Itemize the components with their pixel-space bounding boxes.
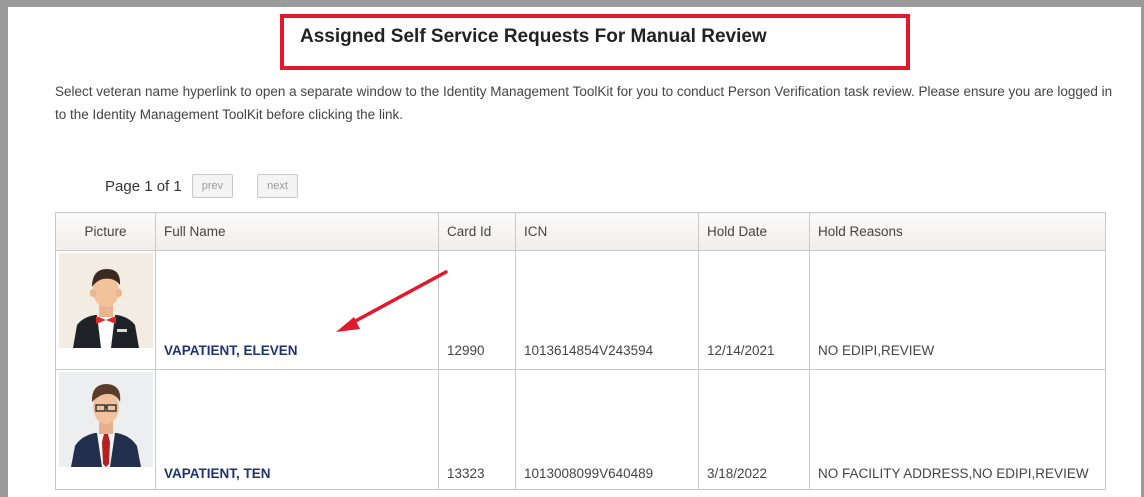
- column-header-icn[interactable]: ICN: [515, 212, 699, 251]
- table-header-row: Picture Full Name Card Id ICN Hold Date …: [55, 212, 1106, 251]
- icn-cell: 1013008099V640489: [515, 369, 699, 490]
- requests-table: Picture Full Name Card Id ICN Hold Date …: [55, 212, 1106, 490]
- card-id-cell: 13323: [438, 369, 516, 490]
- icn-cell: 1013614854V243594: [515, 250, 699, 370]
- column-header-hold-date[interactable]: Hold Date: [698, 212, 810, 251]
- prev-button[interactable]: prev: [191, 174, 234, 198]
- hold-reasons-cell: NO EDIPI,REVIEW: [809, 250, 1106, 370]
- column-header-hold-reasons[interactable]: Hold Reasons: [809, 212, 1106, 251]
- hold-reasons-cell: NO FACILITY ADDRESS,NO EDIPI,REVIEW: [809, 369, 1106, 490]
- hold-date-cell: 3/18/2022: [698, 369, 810, 490]
- table-row: VAPATIENT, TEN 13323 1013008099V640489 3…: [55, 369, 1106, 490]
- pager: Page 1 of 1 prev next: [105, 172, 322, 200]
- hold-reasons-text: NO FACILITY ADDRESS,NO EDIPI,REVIEW: [818, 466, 1089, 481]
- window-frame-left: [0, 0, 8, 497]
- page-indicator: Page 1 of 1: [105, 177, 182, 195]
- table-row: VAPATIENT, ELEVEN 12990 1013614854V24359…: [55, 250, 1106, 370]
- column-header-picture: Picture: [55, 212, 156, 251]
- person-bowtie-avatar-icon: [59, 253, 153, 348]
- person-glasses-avatar-icon: [59, 372, 153, 467]
- hold-date-cell: 12/14/2021: [698, 250, 810, 370]
- page-title: Assigned Self Service Requests For Manua…: [300, 26, 767, 47]
- picture-cell: [55, 369, 156, 490]
- column-header-full-name[interactable]: Full Name: [155, 212, 439, 251]
- next-button[interactable]: next: [257, 174, 298, 198]
- window-frame-top: [0, 0, 1144, 7]
- veteran-name-link[interactable]: VAPATIENT, ELEVEN: [164, 343, 298, 358]
- annotation-arrow-icon: [336, 270, 448, 332]
- full-name-cell: VAPATIENT, TEN: [155, 369, 439, 490]
- veteran-name-link[interactable]: VAPATIENT, TEN: [164, 466, 271, 481]
- column-header-card-id[interactable]: Card Id: [438, 212, 516, 251]
- picture-cell: [55, 250, 156, 370]
- instructions-text: Select veteran name hyperlink to open a …: [55, 84, 1113, 122]
